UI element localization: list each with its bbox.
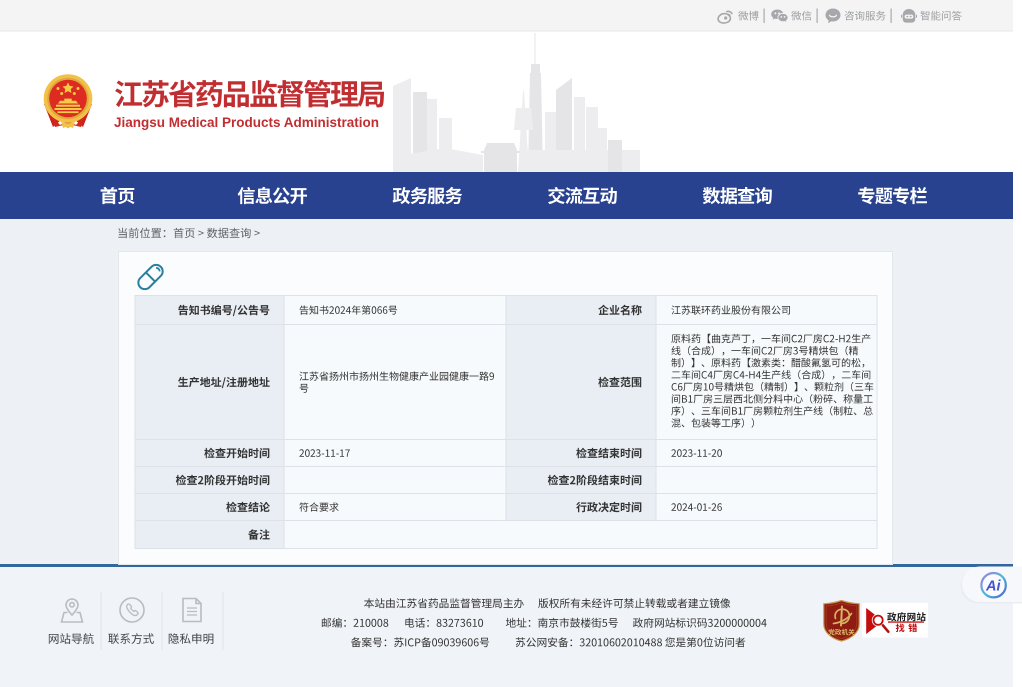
- svg-text:Jiangsu Medical Products Admin: Jiangsu Medical Products Administration: [114, 115, 379, 130]
- svg-text:Ai: Ai: [985, 579, 1001, 595]
